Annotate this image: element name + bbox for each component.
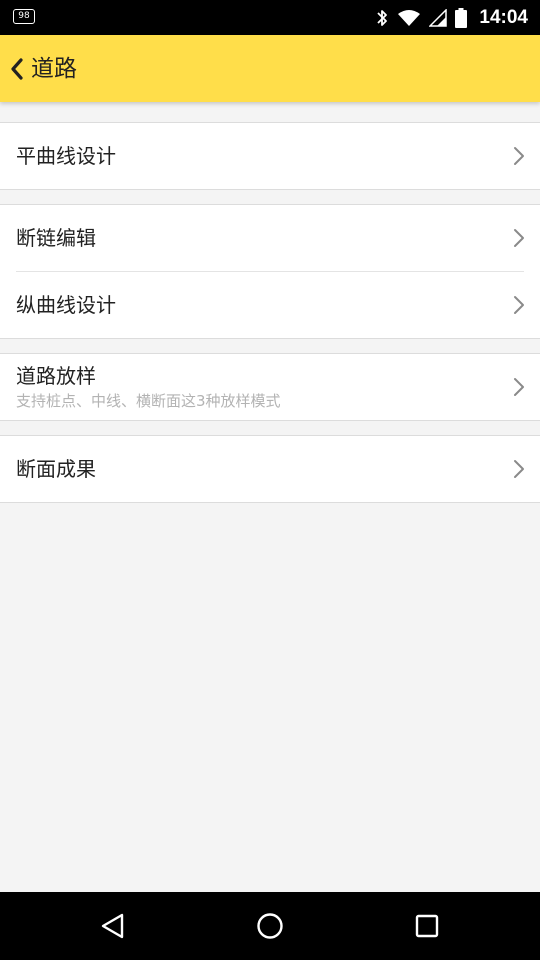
- list-item-label: 断面成果: [16, 457, 96, 481]
- list-item-label: 平曲线设计: [16, 144, 116, 168]
- list-item-label: 断链编辑: [16, 226, 96, 250]
- chevron-right-icon: [514, 378, 524, 396]
- battery-icon: [455, 7, 468, 28]
- nav-back-button[interactable]: [93, 906, 133, 946]
- chevron-left-icon: [11, 58, 23, 80]
- list-item-label: 纵曲线设计: [16, 293, 116, 317]
- chevron-right-icon: [514, 147, 524, 165]
- back-button[interactable]: [6, 53, 28, 85]
- list-item-sublabel: 支持桩点、中线、横断面这3种放样模式: [16, 392, 281, 410]
- back-triangle-icon: [101, 913, 124, 939]
- list-group: 断面成果: [0, 435, 540, 503]
- status-icons: 14:04: [375, 0, 528, 35]
- list-item-section-results[interactable]: 断面成果: [0, 436, 540, 502]
- bluetooth-icon: [377, 9, 388, 26]
- list-item-label: 道路放样: [16, 364, 96, 388]
- list-group: 道路放样 支持桩点、中线、横断面这3种放样模式: [0, 353, 540, 421]
- home-circle-icon: [257, 913, 283, 939]
- status-bar: 98 14:04: [0, 0, 540, 35]
- app-bar: 道路: [0, 35, 540, 102]
- status-time: 14:04: [479, 6, 528, 28]
- list-item-road-stakeout[interactable]: 道路放样 支持桩点、中线、横断面这3种放样模式: [0, 354, 540, 420]
- chevron-right-icon: [514, 229, 524, 247]
- list-group: 平曲线设计: [0, 122, 540, 190]
- chevron-right-icon: [514, 296, 524, 314]
- list-item-vertical-curve-design[interactable]: 纵曲线设计: [0, 272, 540, 338]
- chevron-right-icon: [514, 460, 524, 478]
- recents-square-icon: [415, 914, 439, 938]
- list-item-horizontal-curve-design[interactable]: 平曲线设计: [0, 123, 540, 189]
- nav-home-button[interactable]: [250, 906, 290, 946]
- wifi-icon: [398, 9, 421, 26]
- signal-icon: [429, 8, 448, 27]
- notification-badge: 98: [13, 9, 35, 24]
- nav-recents-button[interactable]: [407, 906, 447, 946]
- navigation-bar: [0, 892, 540, 960]
- list-group: 断链编辑 纵曲线设计: [0, 204, 540, 339]
- page-title: 道路: [31, 56, 77, 82]
- list-item-chainage-break-edit[interactable]: 断链编辑: [0, 205, 540, 271]
- screen: 98 14:04 道路 平曲线设计 断链编辑 纵曲线设计 道路放样 支持桩点、中…: [0, 0, 540, 960]
